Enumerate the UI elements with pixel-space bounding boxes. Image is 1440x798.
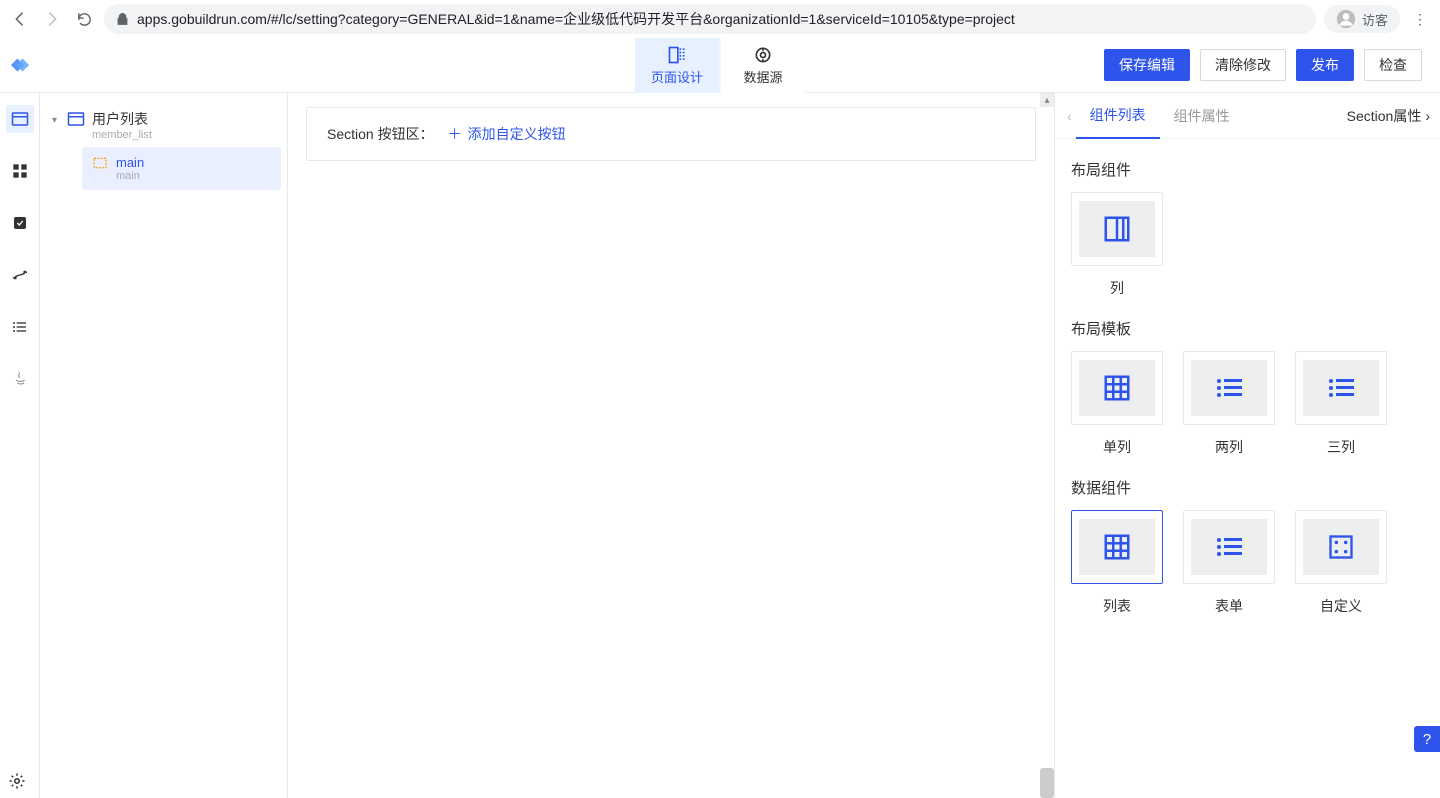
comp-form[interactable]: 表单 bbox=[1183, 510, 1275, 616]
comp-label: 表单 bbox=[1215, 596, 1243, 616]
comp-triple-col[interactable]: 三列 bbox=[1295, 351, 1387, 457]
rail-task-icon[interactable] bbox=[6, 209, 34, 237]
plus-icon: ＋ bbox=[448, 124, 462, 144]
comp-label: 单列 bbox=[1103, 437, 1131, 457]
inspect-button[interactable]: 检查 bbox=[1364, 49, 1422, 81]
add-custom-button[interactable]: ＋ 添加自定义按钮 bbox=[448, 124, 566, 144]
save-button[interactable]: 保存编辑 bbox=[1104, 49, 1190, 81]
comp-double-col[interactable]: 两列 bbox=[1183, 351, 1275, 457]
tree-root-sub: member_list bbox=[92, 129, 152, 141]
rail-list-icon[interactable] bbox=[6, 313, 34, 341]
section-button-area[interactable]: Section 按钮区： ＋ 添加自定义按钮 bbox=[306, 107, 1036, 161]
lock-icon bbox=[116, 13, 129, 26]
chevron-right-icon: › bbox=[1425, 108, 1430, 124]
clear-button[interactable]: 清除修改 bbox=[1200, 49, 1286, 81]
tree-root-node[interactable]: ▾ 用户列表 member_list bbox=[46, 103, 281, 147]
rail-java-icon[interactable] bbox=[6, 365, 34, 393]
profile-chip[interactable]: 访客 bbox=[1324, 5, 1400, 33]
tab-component-props[interactable]: 组件属性 bbox=[1160, 93, 1244, 139]
address-bar[interactable]: apps.gobuildrun.com/#/lc/setting?categor… bbox=[104, 4, 1316, 34]
tab-label: 数据源 bbox=[743, 67, 782, 86]
tree-child-title: main bbox=[116, 155, 144, 170]
caret-down-icon[interactable]: ▾ bbox=[52, 115, 66, 126]
top-tabs: 页面设计 数据源 bbox=[635, 38, 805, 93]
scroll-up-icon[interactable]: ▴ bbox=[1040, 93, 1054, 107]
tab-page-design[interactable]: 页面设计 bbox=[635, 38, 719, 93]
publish-button[interactable]: 发布 bbox=[1296, 49, 1354, 81]
reload-button[interactable] bbox=[72, 7, 96, 31]
comp-label: 列 bbox=[1110, 278, 1124, 298]
rail-flow-icon[interactable] bbox=[6, 261, 34, 289]
comp-label: 两列 bbox=[1215, 437, 1243, 457]
nav-rail bbox=[0, 93, 40, 798]
forward-button[interactable] bbox=[40, 7, 64, 31]
help-fab[interactable]: ? bbox=[1414, 726, 1440, 752]
person-icon bbox=[1336, 9, 1356, 29]
app-body: ▾ 用户列表 member_list main main ▴ Section 按… bbox=[0, 93, 1440, 798]
section-props-link[interactable]: Section属性 › bbox=[1347, 106, 1430, 126]
app-header: 页面设计 数据源 保存编辑 清除修改 发布 检查 bbox=[0, 38, 1440, 93]
back-button[interactable] bbox=[8, 7, 32, 31]
section-props-label: Section属性 bbox=[1347, 106, 1422, 126]
comp-label: 三列 bbox=[1327, 437, 1355, 457]
tree-child-main[interactable]: main main bbox=[82, 147, 281, 190]
chrome-menu-button[interactable]: ⋮ bbox=[1408, 11, 1432, 28]
group-data-title: 数据组件 bbox=[1071, 477, 1424, 498]
page-icon bbox=[66, 109, 86, 129]
comp-custom[interactable]: 自定义 bbox=[1295, 510, 1387, 616]
app-logo[interactable] bbox=[0, 56, 40, 74]
rail-blocks-icon[interactable] bbox=[6, 157, 34, 185]
browser-chrome: apps.gobuildrun.com/#/lc/setting?categor… bbox=[0, 0, 1440, 38]
tab-component-list[interactable]: 组件列表 bbox=[1076, 93, 1160, 139]
add-label: 添加自定义按钮 bbox=[468, 124, 566, 144]
url-text: apps.gobuildrun.com/#/lc/setting?categor… bbox=[137, 9, 1015, 29]
page-tree: ▾ 用户列表 member_list main main bbox=[40, 93, 288, 798]
header-actions: 保存编辑 清除修改 发布 检查 bbox=[1104, 49, 1422, 81]
tree-root-title: 用户列表 bbox=[92, 109, 152, 129]
comp-label: 列表 bbox=[1103, 596, 1131, 616]
tab-label: 页面设计 bbox=[651, 67, 703, 86]
tab-datasource[interactable]: 数据源 bbox=[721, 38, 805, 93]
profile-label: 访客 bbox=[1362, 10, 1388, 29]
design-canvas[interactable]: ▴ Section 按钮区： ＋ 添加自定义按钮 bbox=[288, 93, 1054, 798]
comp-list[interactable]: 列表 bbox=[1071, 510, 1163, 616]
datasource-icon bbox=[753, 45, 773, 65]
right-tabs: ‹ 组件列表 组件属性 Section属性 › bbox=[1055, 93, 1440, 139]
component-palette: 布局组件 列 布局模板 单列 bbox=[1055, 139, 1440, 798]
rail-settings-icon[interactable] bbox=[8, 772, 26, 790]
section-icon bbox=[92, 155, 108, 171]
right-panel: ‹ 组件列表 组件属性 Section属性 › 布局组件 列 布局模板 bbox=[1054, 93, 1440, 798]
comp-column[interactable]: 列 bbox=[1071, 192, 1163, 298]
design-icon bbox=[667, 45, 687, 65]
chevron-left-icon[interactable]: ‹ bbox=[1063, 108, 1076, 124]
tree-child-sub: main bbox=[116, 170, 144, 182]
scrollbar-thumb[interactable] bbox=[1040, 768, 1054, 798]
question-icon: ? bbox=[1423, 731, 1431, 748]
group-layout-title: 布局组件 bbox=[1071, 159, 1424, 180]
comp-single-col[interactable]: 单列 bbox=[1071, 351, 1163, 457]
group-template-title: 布局模板 bbox=[1071, 318, 1424, 339]
comp-label: 自定义 bbox=[1320, 596, 1362, 616]
rail-page-icon[interactable] bbox=[6, 105, 34, 133]
section-label: Section 按钮区： bbox=[327, 124, 434, 144]
